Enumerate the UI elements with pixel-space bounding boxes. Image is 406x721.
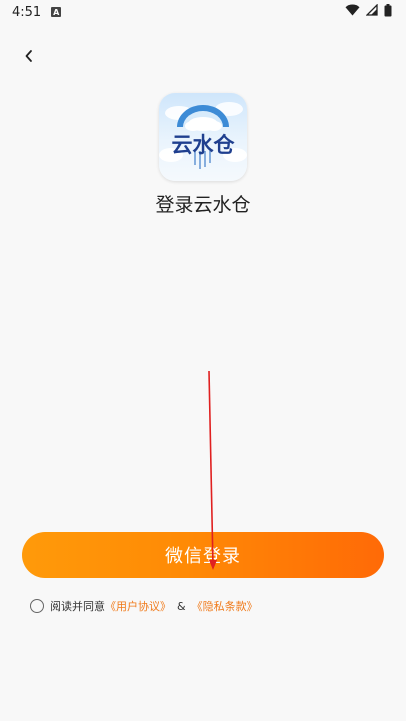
notification-icon: A — [51, 7, 62, 17]
status-left: 4:51 A — [12, 4, 62, 20]
agreement-checkbox[interactable] — [30, 599, 44, 613]
wechat-login-button[interactable]: 微信登录 — [22, 532, 384, 578]
agreement-prefix: 阅读并同意 — [50, 600, 105, 613]
agreement-ampersand: & — [177, 599, 186, 613]
chevron-left-icon — [23, 48, 35, 67]
privacy-policy-link[interactable]: 《隐私条款》 — [192, 598, 258, 614]
agreement-row: 阅读并同意 《用户协议》 & 《隐私条款》 — [30, 597, 258, 615]
status-time: 4:51 — [12, 4, 42, 20]
app-logo: 云水仓 — [159, 93, 247, 181]
logo-text: 云水仓 — [171, 133, 235, 157]
back-button[interactable] — [16, 44, 42, 70]
user-agreement-link[interactable]: 《用户协议》 — [105, 598, 171, 614]
cellular-signal-icon — [365, 3, 378, 20]
wifi-icon — [345, 4, 360, 20]
status-bar: 4:51 A — [0, 0, 406, 24]
battery-icon — [384, 3, 392, 21]
page-title: 登录云水仓 — [155, 194, 251, 216]
status-right — [345, 3, 392, 21]
